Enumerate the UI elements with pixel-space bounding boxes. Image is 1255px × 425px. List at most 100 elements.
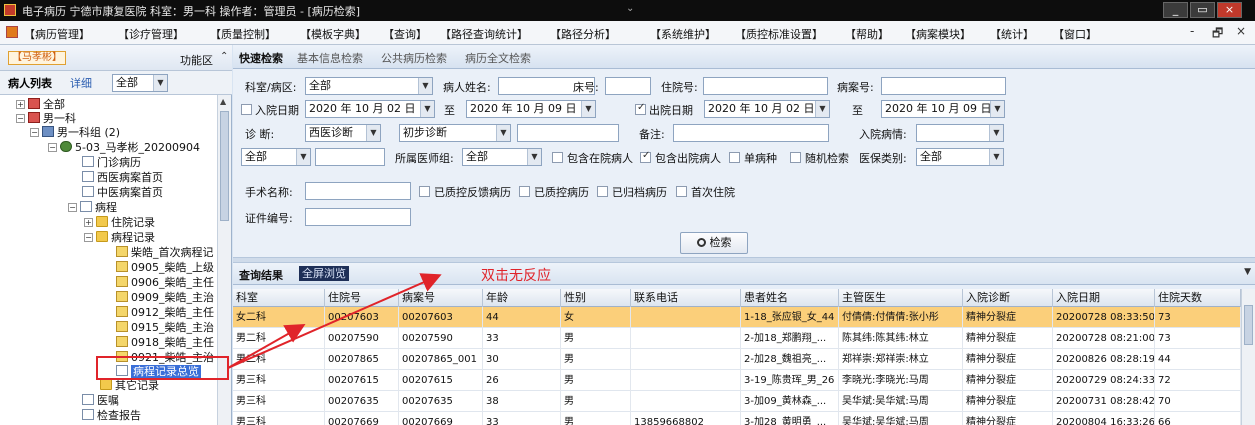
tab-fulltext-search[interactable]: 病历全文检索 xyxy=(465,50,531,66)
tab-query-results[interactable]: 查询结果 xyxy=(239,267,283,283)
tree-node[interactable]: + 全部 xyxy=(16,98,65,112)
close-button[interactable]: × xyxy=(1217,2,1242,18)
case-no-input[interactable] xyxy=(881,77,1006,95)
column-header[interactable]: 主管医生 xyxy=(839,289,963,307)
tree-node[interactable]: −5-03_马孝彬_20200904 xyxy=(48,141,200,155)
menu-case-management[interactable]: 【病历管理】 xyxy=(24,26,90,42)
tree-node[interactable]: 医嘱 xyxy=(82,394,119,408)
tab-patient-list[interactable]: 病人列表 xyxy=(8,75,52,91)
menu-path-stats[interactable]: 【路径查询统计】 xyxy=(440,26,528,42)
scroll-up-icon[interactable]: ▲ xyxy=(220,97,226,106)
collapse-icon[interactable]: − xyxy=(16,114,25,123)
menu-query[interactable]: 【查询】 xyxy=(383,26,427,42)
include-inpatient-checkbox[interactable] xyxy=(552,152,563,163)
menu-maintenance[interactable]: 【系统维护】 xyxy=(650,26,716,42)
single-disease-checkbox[interactable] xyxy=(729,152,740,163)
admit-date-checkbox[interactable] xyxy=(241,104,252,115)
tree-node[interactable]: − 病程 xyxy=(68,201,117,215)
random-check-checkbox[interactable] xyxy=(790,152,801,163)
tab-details[interactable]: 详细 xyxy=(70,75,92,91)
archived-checkbox[interactable] xyxy=(597,186,608,197)
collapse-icon[interactable]: − xyxy=(68,203,77,212)
table-row[interactable]: 男二科 00207590 00207590 33 男 2-加18_郑鹏翔_...… xyxy=(233,328,1241,349)
table-row[interactable]: 男二科 00207865 00207865_001 30 男 2-加28_魏祖亮… xyxy=(233,349,1241,370)
tree-node[interactable]: 0918_柴皓_主任 xyxy=(116,336,214,350)
column-header[interactable]: 住院天数 xyxy=(1155,289,1241,307)
tree-node[interactable]: − 男一科组 (2) xyxy=(30,126,120,140)
diag-stage-select[interactable]: 初步诊断 ▼ xyxy=(399,124,511,142)
include-discharged-checkbox[interactable] xyxy=(640,150,651,163)
insurance-select[interactable]: 全部 ▼ xyxy=(916,148,1004,166)
admit-date-to[interactable]: 2020 年 10 月 09 日 ▼ xyxy=(466,100,596,118)
hosp-no-input[interactable] xyxy=(703,77,828,95)
tree-node[interactable]: 中医病案首页 xyxy=(82,186,163,200)
tree-node[interactable]: 检查报告 xyxy=(82,409,141,423)
table-scrollbar[interactable] xyxy=(1241,289,1255,425)
column-header[interactable]: 性别 xyxy=(561,289,631,307)
mdi-restore-button[interactable]: 🗗 xyxy=(1212,24,1223,45)
patient-filter-select[interactable]: 全部 ▼ xyxy=(112,74,168,92)
mdi-close-button[interactable]: × xyxy=(1236,24,1246,38)
column-header[interactable]: 年龄 xyxy=(483,289,561,307)
menu-case-module[interactable]: 【病案模块】 xyxy=(905,26,971,42)
tree-node[interactable]: 0906_柴皓_主任 xyxy=(116,276,214,290)
tab-public-record-search[interactable]: 公共病历检索 xyxy=(381,50,447,66)
tab-basic-info-search[interactable]: 基本信息检索 xyxy=(297,50,363,66)
tree-node[interactable]: 门诊病历 xyxy=(82,156,141,170)
column-header[interactable]: 住院号 xyxy=(325,289,399,307)
expand-icon[interactable]: + xyxy=(16,100,25,109)
tree-node[interactable]: 0921_柴皓_主治 xyxy=(116,351,214,365)
menu-window[interactable]: 【窗口】 xyxy=(1053,26,1097,42)
tab-quick-search[interactable]: 快速检索 xyxy=(239,50,283,66)
menu-treatment[interactable]: 【诊疗管理】 xyxy=(118,26,184,42)
table-row[interactable]: 男三科 00207615 00207615 26 男 3-19_陈贵珲_男_26… xyxy=(233,370,1241,391)
tree-node[interactable]: + 住院记录 xyxy=(84,216,155,230)
expand-icon[interactable]: + xyxy=(84,218,93,227)
scroll-thumb[interactable] xyxy=(1244,305,1253,345)
tree-node[interactable]: − 男一科 xyxy=(16,112,76,126)
column-header[interactable]: 患者姓名 xyxy=(741,289,839,307)
table-row[interactable]: 男三科 00207669 00207669 33 男 13859668802 3… xyxy=(233,412,1241,425)
column-header[interactable]: 入院诊断 xyxy=(963,289,1053,307)
column-header[interactable]: 联系电话 xyxy=(631,289,741,307)
tree-node-progress-overview[interactable]: 病程记录总览 xyxy=(116,365,201,379)
menu-statistics[interactable]: 【统计】 xyxy=(990,26,1034,42)
discharge-date-to[interactable]: 2020 年 10 月 09 日 ▼ xyxy=(881,100,1005,118)
column-header[interactable]: 入院日期 xyxy=(1053,289,1155,307)
qc-feedback-checkbox[interactable] xyxy=(419,186,430,197)
menu-templates[interactable]: 【模板字典】 xyxy=(300,26,366,42)
collapse-icon[interactable]: − xyxy=(30,128,39,137)
tree-node[interactable]: 其它记录 xyxy=(100,379,159,393)
restore-button[interactable]: ▭ xyxy=(1190,2,1215,18)
scope-input[interactable] xyxy=(315,148,385,166)
dept-select[interactable]: 全部 ▼ xyxy=(305,77,433,95)
first-admission-checkbox[interactable] xyxy=(676,186,687,197)
chevron-up-icon[interactable]: ⌃ xyxy=(220,51,228,62)
diagnosis-input[interactable] xyxy=(517,124,619,142)
menu-help[interactable]: 【帮助】 xyxy=(845,26,889,42)
tree-node[interactable]: 西医病案首页 xyxy=(82,171,163,185)
surgery-input[interactable] xyxy=(305,182,411,200)
tree-node[interactable]: 0909_柴皓_主治 xyxy=(116,291,214,305)
tree-node[interactable]: 0915_柴皓_主治 xyxy=(116,321,214,335)
diag-type-select[interactable]: 西医诊断 ▼ xyxy=(305,124,381,142)
scope-select[interactable]: 全部 ▼ xyxy=(241,148,311,166)
table-row[interactable]: 男三科 00207635 00207635 38 男 3-加09_黄林森_...… xyxy=(233,391,1241,412)
admit-condition-select[interactable]: ▼ xyxy=(916,124,1004,142)
remark-input[interactable] xyxy=(673,124,829,142)
table-row[interactable]: 女二科 00207603 00207603 44 女 1-18_张应银_女_44… xyxy=(233,307,1241,328)
tree-node[interactable]: 0912_柴皓_主任 xyxy=(116,306,214,320)
bed-input[interactable] xyxy=(605,77,651,95)
search-button[interactable]: 检索 xyxy=(680,232,748,254)
function-area-label[interactable]: 功能区 xyxy=(180,52,213,68)
tab-fullscreen-view[interactable]: 全屏浏览 xyxy=(299,266,349,281)
scroll-thumb[interactable] xyxy=(220,111,229,221)
chevron-down-icon[interactable]: ⌄ xyxy=(626,3,634,14)
mdi-minimize-button[interactable]: - xyxy=(1190,24,1194,38)
minimize-button[interactable]: _ xyxy=(1163,2,1188,18)
discharge-date-from[interactable]: 2020 年 10 月 02 日 ▼ xyxy=(704,100,830,118)
tree-scrollbar[interactable]: ▲ xyxy=(217,95,231,425)
doctor-group-select[interactable]: 全部 ▼ xyxy=(462,148,542,166)
admit-date-from[interactable]: 2020 年 10 月 02 日 ▼ xyxy=(305,100,435,118)
tree-node[interactable]: 0905_柴皓_上级 xyxy=(116,261,214,275)
